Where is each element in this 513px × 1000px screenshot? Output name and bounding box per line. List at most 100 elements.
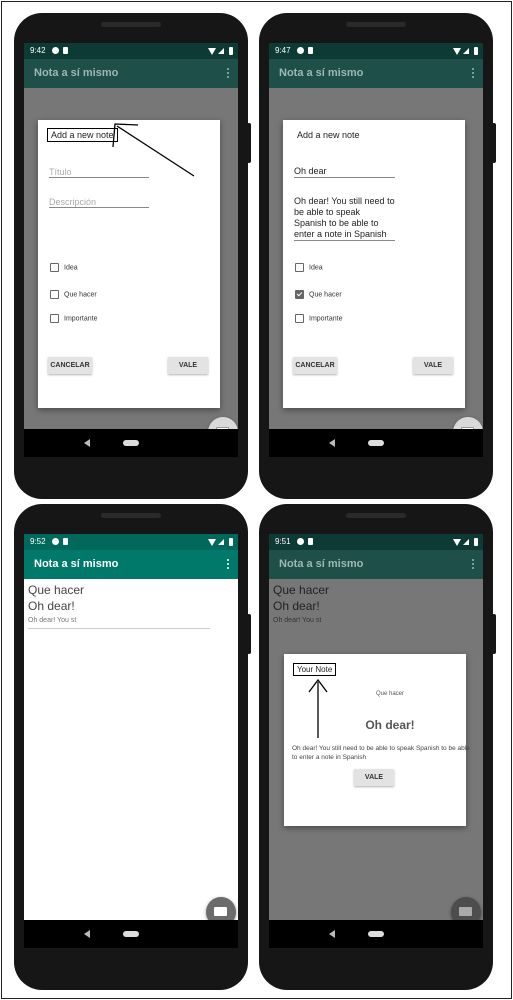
phone-add-note-empty: 9:42 Nota a sí mismo Add a new note Títu… <box>14 13 251 499</box>
app-title: Nota a sí mismo <box>34 558 119 570</box>
cancel-button[interactable]: CANCELAR <box>293 357 337 374</box>
checkbox-box[interactable] <box>50 290 59 299</box>
status-bar: 9:42 <box>24 43 238 59</box>
nav-bar <box>269 429 483 457</box>
checkbox-label: Idea <box>309 264 323 272</box>
wifi-icon <box>208 539 216 546</box>
checkbox-idea[interactable]: Idea <box>295 263 323 272</box>
description-input[interactable]: Oh dear! You still need to be able to sp… <box>294 196 395 241</box>
app-bar: Nota a sí mismo <box>24 550 238 579</box>
status-time: 9:52 <box>30 537 46 546</box>
sd-card-icon <box>308 538 313 545</box>
status-time: 9:47 <box>275 46 291 55</box>
screen: 9:51 Nota a sí mismo Que hacer Oh dear! … <box>269 534 483 948</box>
gear-icon <box>297 47 304 54</box>
view-note-dialog: Your Note Que hacer Oh dear! Oh dear! Yo… <box>284 654 470 826</box>
checkbox-box-checked[interactable] <box>295 290 304 299</box>
speaker <box>346 513 406 518</box>
checkbox-idea[interactable]: Idea <box>50 263 78 272</box>
wifi-icon <box>453 539 461 546</box>
battery-icon <box>474 538 478 546</box>
status-bar: 9:52 <box>24 534 238 550</box>
signal-icon <box>463 48 469 54</box>
note-title: Oh dear! <box>273 599 320 613</box>
note-type: Que hacer <box>273 583 330 597</box>
checkbox-todo[interactable]: Que hacer <box>295 290 342 299</box>
home-icon[interactable] <box>123 440 139 446</box>
battery-icon <box>229 538 233 546</box>
view-note-title: Oh dear! <box>365 718 415 732</box>
note-list-item-dimmed: Que hacer Oh dear! Oh dear! You st <box>269 579 483 629</box>
screen: 9:42 Nota a sí mismo Add a new note Títu… <box>24 43 238 457</box>
ok-button[interactable]: VALE <box>413 357 453 374</box>
title-input[interactable]: Oh dear <box>294 166 395 178</box>
checkbox-box[interactable] <box>295 263 304 272</box>
sd-card-icon <box>308 47 313 54</box>
phone-note-list: 9:52 Nota a sí mismo Que hacer Oh dear! … <box>14 504 251 990</box>
battery-icon <box>229 47 233 55</box>
title-input[interactable]: Título <box>49 167 149 178</box>
email-icon <box>214 907 227 916</box>
sd-card-icon <box>63 47 68 54</box>
sd-card-icon <box>63 538 68 545</box>
signal-icon <box>218 539 224 545</box>
app-title: Nota a sí mismo <box>34 67 119 79</box>
home-icon[interactable] <box>368 931 384 937</box>
dialog-title: Your Note <box>293 663 337 676</box>
back-icon[interactable] <box>84 930 90 938</box>
view-note-type: Que hacer <box>375 691 405 697</box>
app-bar: Nota a sí mismo <box>269 59 483 88</box>
back-icon[interactable] <box>329 439 335 447</box>
checkbox-label: Importante <box>309 315 343 323</box>
app-bar: Nota a sí mismo <box>24 59 238 88</box>
checkbox-box[interactable] <box>295 314 304 323</box>
status-time: 9:42 <box>30 46 46 55</box>
note-list-item[interactable]: Que hacer Oh dear! Oh dear! You st <box>24 579 238 629</box>
app-title: Nota a sí mismo <box>279 558 364 570</box>
checkbox-important[interactable]: Importante <box>295 314 342 323</box>
nav-bar <box>24 429 238 457</box>
back-icon[interactable] <box>329 930 335 938</box>
home-icon[interactable] <box>368 440 384 446</box>
checkbox-important[interactable]: Importante <box>50 314 97 323</box>
status-bar: 9:47 <box>269 43 483 59</box>
overflow-menu-icon[interactable] <box>227 559 230 570</box>
note-preview: Oh dear! You st <box>28 617 77 624</box>
gear-icon <box>52 47 59 54</box>
note-title: Oh dear! <box>28 599 75 613</box>
phone-view-note: 9:51 Nota a sí mismo Que hacer Oh dear! … <box>259 504 496 990</box>
checkbox-box[interactable] <box>50 314 59 323</box>
email-icon <box>459 907 472 916</box>
back-icon[interactable] <box>84 439 90 447</box>
app-title: Nota a sí mismo <box>279 67 364 79</box>
overflow-menu-icon[interactable] <box>227 68 230 79</box>
note-preview: Oh dear! You st <box>273 617 322 624</box>
checkbox-label: Que hacer <box>64 291 97 299</box>
add-note-dialog: Add a new note Oh dear Oh dear! You stil… <box>283 120 465 408</box>
battery-icon <box>474 47 478 55</box>
dialog-title: Add a new note <box>47 128 118 142</box>
speaker <box>346 22 406 27</box>
ok-button[interactable]: VALE <box>168 357 208 374</box>
add-note-dialog: Add a new note Título Descripción Idea Q… <box>38 120 220 408</box>
wifi-icon <box>208 48 216 55</box>
checkbox-todo[interactable]: Que hacer <box>50 290 97 299</box>
view-note-body: Oh dear! You still need to be able to sp… <box>292 745 470 761</box>
divider <box>28 628 210 629</box>
status-bar: 9:51 <box>269 534 483 550</box>
home-icon[interactable] <box>123 931 139 937</box>
status-time: 9:51 <box>275 537 291 546</box>
screen: 9:47 Nota a sí mismo Add a new note Oh d… <box>269 43 483 457</box>
wifi-icon <box>453 48 461 55</box>
dialog-title: Add a new note <box>297 130 360 140</box>
checkbox-box[interactable] <box>50 263 59 272</box>
phone-add-note-filled: 9:47 Nota a sí mismo Add a new note Oh d… <box>259 13 496 499</box>
checkbox-label: Importante <box>64 315 98 323</box>
gear-icon <box>297 538 304 545</box>
signal-icon <box>218 48 224 54</box>
description-input[interactable]: Descripción <box>49 197 149 208</box>
overflow-menu-icon[interactable] <box>472 68 475 79</box>
overflow-menu-icon[interactable] <box>472 559 475 570</box>
cancel-button[interactable]: CANCELAR <box>48 357 92 374</box>
ok-button[interactable]: VALE <box>354 769 394 786</box>
